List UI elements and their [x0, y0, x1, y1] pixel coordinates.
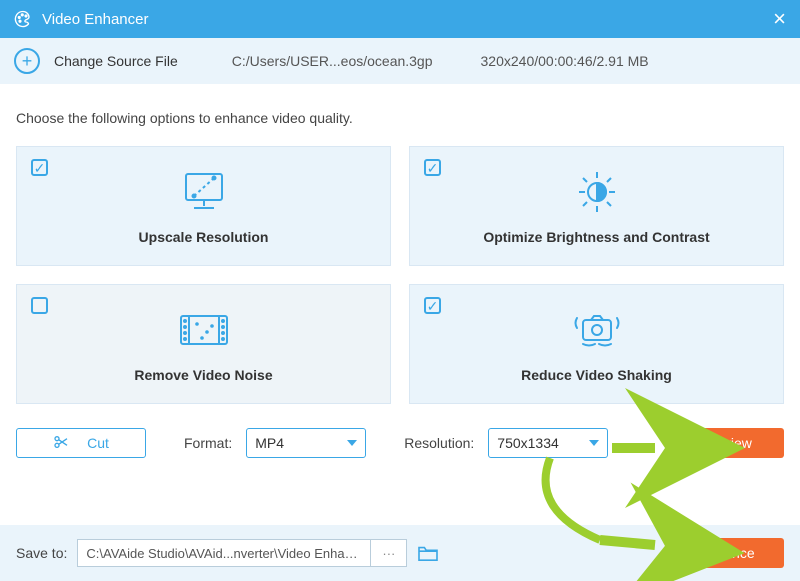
cut-label: Cut [87, 435, 109, 451]
checkbox-icon[interactable]: ✓ [31, 159, 48, 176]
option-reduce-shaking[interactable]: ✓ Reduce Video Shaking [409, 284, 784, 404]
format-select[interactable]: MP4 [246, 428, 366, 458]
option-label: Optimize Brightness and Contrast [483, 229, 709, 245]
enhance-options-grid: ✓ Upscale Resolution ✓ [16, 146, 784, 404]
camera-shake-icon [569, 305, 625, 355]
option-brightness-contrast[interactable]: ✓ Optimize Brightness and Contrast [409, 146, 784, 266]
enhance-button[interactable]: Enhance [670, 538, 784, 568]
sun-icon [572, 167, 622, 217]
plus-icon[interactable]: + [14, 48, 40, 74]
browse-button[interactable]: ··· [370, 540, 406, 566]
instruction-text: Choose the following options to enhance … [16, 110, 784, 126]
chevron-down-icon [589, 440, 599, 446]
checkbox-icon[interactable] [31, 297, 48, 314]
resolution-value: 750x1334 [497, 435, 559, 451]
open-folder-icon[interactable] [417, 544, 439, 562]
checkbox-icon[interactable]: ✓ [424, 159, 441, 176]
app-title: Video Enhancer [42, 11, 148, 28]
titlebar: Video Enhancer × [0, 0, 800, 38]
save-to-label: Save to: [16, 545, 67, 561]
format-label: Format: [184, 435, 232, 451]
option-remove-noise[interactable]: Remove Video Noise [16, 284, 391, 404]
option-label: Upscale Resolution [139, 229, 269, 245]
monitor-icon [180, 167, 228, 217]
format-value: MP4 [255, 435, 284, 451]
source-path: C:/Users/USER...eos/ocean.3gp [232, 53, 433, 69]
film-icon [177, 305, 231, 355]
controls-row: Cut Format: MP4 Resolution: 750x1334 Pre… [0, 404, 800, 458]
option-label: Reduce Video Shaking [521, 367, 672, 383]
source-bar: + Change Source File C:/Users/USER...eos… [0, 38, 800, 84]
close-icon[interactable]: × [773, 6, 786, 32]
resolution-select[interactable]: 750x1334 [488, 428, 608, 458]
change-source-button[interactable]: Change Source File [54, 53, 178, 69]
app-palette-icon [14, 10, 32, 28]
option-upscale-resolution[interactable]: ✓ Upscale Resolution [16, 146, 391, 266]
preview-button[interactable]: Preview [670, 428, 784, 458]
cut-button[interactable]: Cut [16, 428, 146, 458]
chevron-down-icon [347, 440, 357, 446]
option-label: Remove Video Noise [134, 367, 272, 383]
save-path-value: C:\AVAide Studio\AVAid...nverter\Video E… [78, 546, 370, 561]
main-area: Choose the following options to enhance … [0, 84, 800, 404]
footer-bar: Save to: C:\AVAide Studio\AVAid...nverte… [0, 525, 800, 581]
checkbox-icon[interactable]: ✓ [424, 297, 441, 314]
save-path-input[interactable]: C:\AVAide Studio\AVAid...nverter\Video E… [77, 539, 407, 567]
source-meta: 320x240/00:00:46/2.91 MB [481, 53, 649, 69]
resolution-label: Resolution: [404, 435, 474, 451]
scissors-icon [53, 434, 69, 453]
